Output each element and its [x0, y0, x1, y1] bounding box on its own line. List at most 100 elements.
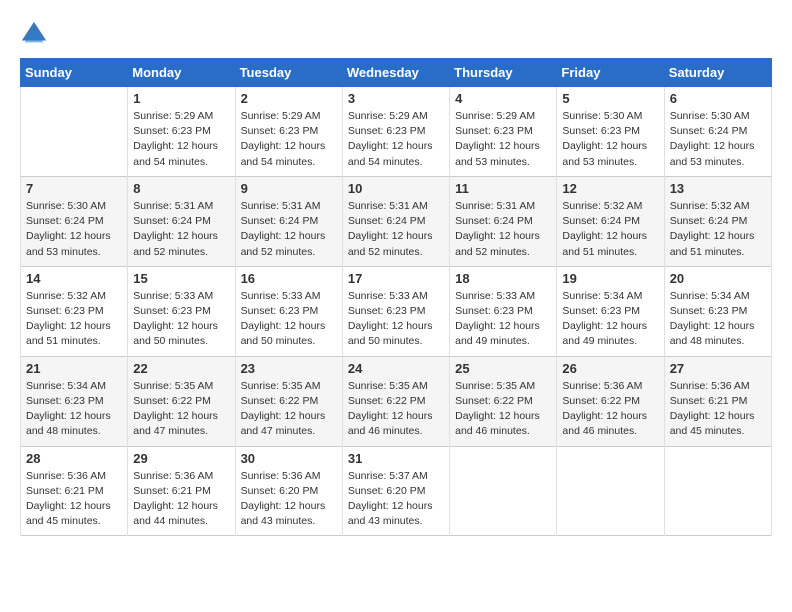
cell-info: Sunrise: 5:35 AMSunset: 6:22 PMDaylight:… [241, 379, 337, 440]
cell-info: Sunrise: 5:36 AMSunset: 6:21 PMDaylight:… [133, 469, 229, 530]
calendar-cell: 12 Sunrise: 5:32 AMSunset: 6:24 PMDayligh… [557, 176, 664, 266]
calendar-week-2: 7 Sunrise: 5:30 AMSunset: 6:24 PMDaylight… [21, 176, 772, 266]
cell-info: Sunrise: 5:37 AMSunset: 6:20 PMDaylight:… [348, 469, 444, 530]
cell-info: Sunrise: 5:36 AMSunset: 6:20 PMDaylight:… [241, 469, 337, 530]
weekday-header-thursday: Thursday [450, 59, 557, 87]
calendar-cell: 11Sunrise: 5:31 AMSunset: 6:24 PMDayligh… [450, 176, 557, 266]
calendar-cell: 22 Sunrise: 5:35 AMSunset: 6:22 PMDayligh… [128, 356, 235, 446]
weekday-header-monday: Monday [128, 59, 235, 87]
day-number: 31 [348, 451, 444, 466]
calendar-cell [664, 446, 771, 536]
cell-info: Sunrise: 5:34 AMSunset: 6:23 PMDaylight:… [562, 289, 658, 350]
cell-info: Sunrise: 5:30 AMSunset: 6:24 PMDaylight:… [26, 199, 122, 260]
calendar-cell [450, 446, 557, 536]
calendar-cell: 18Sunrise: 5:33 AMSunset: 6:23 PMDayligh… [450, 266, 557, 356]
cell-info: Sunrise: 5:29 AMSunset: 6:23 PMDaylight:… [348, 109, 444, 170]
day-number: 21 [26, 361, 122, 376]
cell-info: Sunrise: 5:36 AMSunset: 6:22 PMDaylight:… [562, 379, 658, 440]
calendar-cell: 21 Sunrise: 5:34 AMSunset: 6:23 PMDayligh… [21, 356, 128, 446]
calendar-cell: 4 Sunrise: 5:29 AMSunset: 6:23 PMDaylight… [450, 87, 557, 177]
weekday-header-friday: Friday [557, 59, 664, 87]
calendar-cell [557, 446, 664, 536]
cell-info: Sunrise: 5:35 AMSunset: 6:22 PMDaylight:… [455, 379, 551, 440]
cell-info: Sunrise: 5:31 AMSunset: 6:24 PMDaylight:… [348, 199, 444, 260]
day-number: 26 [562, 361, 658, 376]
calendar-cell: 9 Sunrise: 5:31 AMSunset: 6:24 PMDaylight… [235, 176, 342, 266]
cell-info: Sunrise: 5:31 AMSunset: 6:24 PMDaylight:… [241, 199, 337, 260]
calendar-week-3: 14 Sunrise: 5:32 AMSunset: 6:23 PMDayligh… [21, 266, 772, 356]
day-number: 28 [26, 451, 122, 466]
calendar-cell: 3 Sunrise: 5:29 AMSunset: 6:23 PMDaylight… [342, 87, 449, 177]
calendar-cell: 17Sunrise: 5:33 AMSunset: 6:23 PMDayligh… [342, 266, 449, 356]
cell-info: Sunrise: 5:35 AMSunset: 6:22 PMDaylight:… [348, 379, 444, 440]
calendar-cell: 23 Sunrise: 5:35 AMSunset: 6:22 PMDayligh… [235, 356, 342, 446]
day-number: 22 [133, 361, 229, 376]
calendar-cell: 5 Sunrise: 5:30 AMSunset: 6:23 PMDaylight… [557, 87, 664, 177]
day-number: 23 [241, 361, 337, 376]
day-number: 16 [241, 271, 337, 286]
calendar-cell: 26 Sunrise: 5:36 AMSunset: 6:22 PMDayligh… [557, 356, 664, 446]
cell-info: Sunrise: 5:34 AMSunset: 6:23 PMDaylight:… [670, 289, 766, 350]
day-number: 10 [348, 181, 444, 196]
cell-info: Sunrise: 5:29 AMSunset: 6:23 PMDaylight:… [133, 109, 229, 170]
calendar-cell: 20 Sunrise: 5:34 AMSunset: 6:23 PMDayligh… [664, 266, 771, 356]
cell-info: Sunrise: 5:35 AMSunset: 6:22 PMDaylight:… [133, 379, 229, 440]
calendar-cell: 6 Sunrise: 5:30 AMSunset: 6:24 PMDaylight… [664, 87, 771, 177]
cell-info: Sunrise: 5:32 AMSunset: 6:24 PMDaylight:… [562, 199, 658, 260]
calendar-cell: 2Sunrise: 5:29 AMSunset: 6:23 PMDaylight… [235, 87, 342, 177]
page-header [20, 20, 772, 48]
cell-info: Sunrise: 5:34 AMSunset: 6:23 PMDaylight:… [26, 379, 122, 440]
cell-info: Sunrise: 5:33 AMSunset: 6:23 PMDaylight:… [241, 289, 337, 350]
day-number: 11 [455, 181, 551, 196]
day-number: 27 [670, 361, 766, 376]
day-number: 14 [26, 271, 122, 286]
cell-info: Sunrise: 5:33 AMSunset: 6:23 PMDaylight:… [348, 289, 444, 350]
calendar-cell: 30 Sunrise: 5:36 AMSunset: 6:20 PMDayligh… [235, 446, 342, 536]
day-number: 12 [562, 181, 658, 196]
cell-info: Sunrise: 5:33 AMSunset: 6:23 PMDaylight:… [133, 289, 229, 350]
calendar-cell: 13 Sunrise: 5:32 AMSunset: 6:24 PMDayligh… [664, 176, 771, 266]
logo [20, 20, 52, 48]
calendar-cell: 14 Sunrise: 5:32 AMSunset: 6:23 PMDayligh… [21, 266, 128, 356]
cell-info: Sunrise: 5:30 AMSunset: 6:24 PMDaylight:… [670, 109, 766, 170]
weekday-header-saturday: Saturday [664, 59, 771, 87]
day-number: 15 [133, 271, 229, 286]
day-number: 7 [26, 181, 122, 196]
day-number: 30 [241, 451, 337, 466]
logo-icon [20, 20, 48, 48]
day-number: 8 [133, 181, 229, 196]
day-number: 29 [133, 451, 229, 466]
day-number: 13 [670, 181, 766, 196]
calendar-cell: 28 Sunrise: 5:36 AMSunset: 6:21 PMDayligh… [21, 446, 128, 536]
calendar-week-5: 28 Sunrise: 5:36 AMSunset: 6:21 PMDayligh… [21, 446, 772, 536]
weekday-header-sunday: Sunday [21, 59, 128, 87]
weekday-header-wednesday: Wednesday [342, 59, 449, 87]
day-number: 3 [348, 91, 444, 106]
weekday-header-tuesday: Tuesday [235, 59, 342, 87]
cell-info: Sunrise: 5:29 AMSunset: 6:23 PMDaylight:… [241, 109, 337, 170]
calendar-table: SundayMondayTuesdayWednesdayThursdayFrid… [20, 58, 772, 536]
cell-info: Sunrise: 5:36 AMSunset: 6:21 PMDaylight:… [670, 379, 766, 440]
day-number: 9 [241, 181, 337, 196]
day-number: 19 [562, 271, 658, 286]
day-number: 6 [670, 91, 766, 106]
cell-info: Sunrise: 5:29 AMSunset: 6:23 PMDaylight:… [455, 109, 551, 170]
cell-info: Sunrise: 5:32 AMSunset: 6:24 PMDaylight:… [670, 199, 766, 260]
cell-info: Sunrise: 5:33 AMSunset: 6:23 PMDaylight:… [455, 289, 551, 350]
calendar-cell: 16 Sunrise: 5:33 AMSunset: 6:23 PMDayligh… [235, 266, 342, 356]
cell-info: Sunrise: 5:32 AMSunset: 6:23 PMDaylight:… [26, 289, 122, 350]
cell-info: Sunrise: 5:30 AMSunset: 6:23 PMDaylight:… [562, 109, 658, 170]
calendar-cell: 15 Sunrise: 5:33 AMSunset: 6:23 PMDayligh… [128, 266, 235, 356]
cell-info: Sunrise: 5:31 AMSunset: 6:24 PMDaylight:… [133, 199, 229, 260]
calendar-cell: 1Sunrise: 5:29 AMSunset: 6:23 PMDaylight… [128, 87, 235, 177]
day-number: 24 [348, 361, 444, 376]
calendar-cell: 27 Sunrise: 5:36 AMSunset: 6:21 PMDayligh… [664, 356, 771, 446]
weekday-header-row: SundayMondayTuesdayWednesdayThursdayFrid… [21, 59, 772, 87]
day-number: 4 [455, 91, 551, 106]
calendar-cell: 29 Sunrise: 5:36 AMSunset: 6:21 PMDayligh… [128, 446, 235, 536]
cell-info: Sunrise: 5:36 AMSunset: 6:21 PMDaylight:… [26, 469, 122, 530]
calendar-cell: 7 Sunrise: 5:30 AMSunset: 6:24 PMDaylight… [21, 176, 128, 266]
calendar-cell: 25Sunrise: 5:35 AMSunset: 6:22 PMDayligh… [450, 356, 557, 446]
day-number: 5 [562, 91, 658, 106]
day-number: 20 [670, 271, 766, 286]
